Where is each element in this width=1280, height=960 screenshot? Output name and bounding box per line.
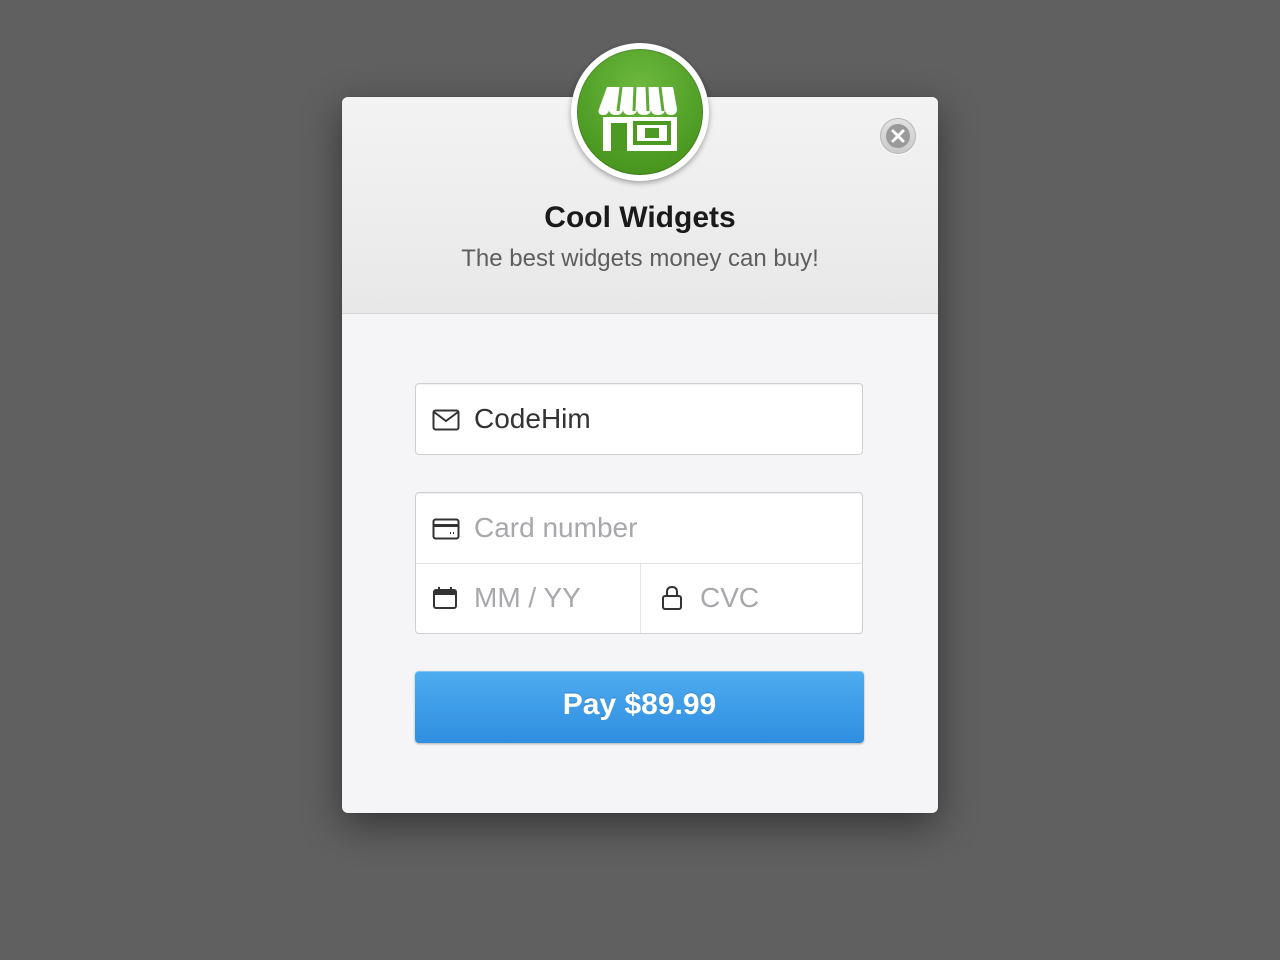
store-name: Cool Widgets: [544, 201, 736, 234]
calendar-icon: [433, 587, 457, 609]
card-number-input[interactable]: [474, 511, 844, 545]
envelope-icon: [432, 409, 460, 431]
email-field-container: [415, 383, 863, 455]
field-divider: [416, 563, 862, 564]
email-input[interactable]: [474, 402, 844, 436]
credit-card-icon: [432, 518, 460, 540]
store-tagline: The best widgets money can buy!: [461, 245, 819, 272]
page-backdrop: Cool Widgets The best widgets money can …: [0, 0, 1280, 960]
pay-button[interactable]: Pay $89.99: [415, 671, 864, 743]
lock-icon: [662, 585, 682, 610]
checkout-modal: Cool Widgets The best widgets money can …: [342, 43, 938, 813]
close-icon: [886, 124, 910, 148]
expiry-input[interactable]: [474, 581, 629, 615]
card-fields-container: [415, 492, 863, 634]
storefront-icon: [577, 49, 703, 175]
cvc-input[interactable]: [700, 581, 850, 615]
store-logo: [571, 43, 709, 181]
field-divider-vertical: [640, 564, 641, 633]
close-button[interactable]: [880, 118, 916, 154]
